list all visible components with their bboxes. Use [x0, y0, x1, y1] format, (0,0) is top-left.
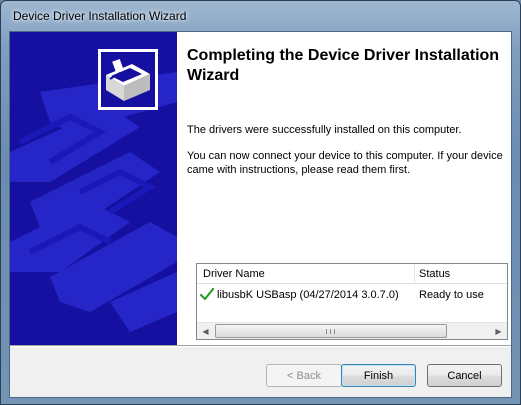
driver-list[interactable]: Driver Name Status libusbK USBasp (04/27…	[196, 263, 508, 340]
banner-artwork	[10, 49, 177, 332]
scroll-left-arrow-icon[interactable]: ◀	[197, 323, 214, 339]
scrollbar-thumb[interactable]	[215, 324, 447, 338]
back-button[interactable]: < Back	[266, 364, 342, 387]
device-box-icon	[98, 49, 158, 110]
driver-list-row[interactable]: libusbK USBasp (04/27/2014 3.0.7.0) Read…	[197, 286, 507, 304]
success-message: The drivers were successfully installed …	[187, 124, 462, 136]
instructions-message: You can now connect your device to this …	[187, 150, 503, 176]
driver-list-header: Driver Name Status	[197, 264, 507, 284]
driver-name: libusbK USBasp (04/27/2014 3.0.7.0)	[217, 289, 399, 301]
cancel-button[interactable]: Cancel	[427, 364, 502, 387]
column-separator[interactable]	[414, 264, 415, 284]
window-title: Device Driver Installation Wizard	[13, 9, 187, 23]
finish-button[interactable]: Finish	[341, 364, 416, 387]
wizard-content: Completing the Device Driver Installatio…	[177, 32, 511, 345]
wizard-client-area: Completing the Device Driver Installatio…	[9, 31, 512, 398]
wizard-heading: Completing the Device Driver Installatio…	[187, 47, 500, 84]
button-area-divider	[10, 345, 511, 347]
wizard-banner	[10, 32, 177, 345]
wizard-window: Device Driver Installation Wizard Comple…	[0, 0, 521, 405]
scrollbar-grip-icon	[326, 329, 335, 334]
column-header-driver-name[interactable]: Driver Name	[203, 268, 265, 280]
column-header-status[interactable]: Status	[419, 268, 450, 280]
horizontal-scrollbar[interactable]: ◀ ▶	[197, 322, 507, 339]
green-check-icon	[199, 287, 215, 304]
scroll-right-arrow-icon[interactable]: ▶	[490, 323, 507, 339]
title-bar[interactable]: Device Driver Installation Wizard	[1, 1, 520, 31]
driver-status: Ready to use	[419, 289, 484, 301]
